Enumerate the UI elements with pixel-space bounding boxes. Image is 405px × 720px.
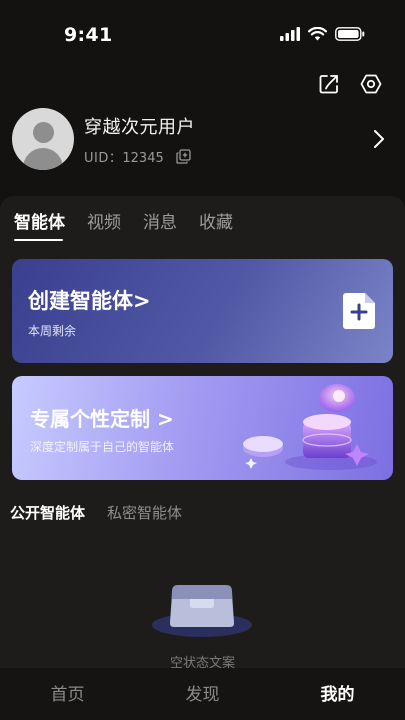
subtab-private-agents[interactable]: 私密智能体 xyxy=(107,502,182,523)
custom-agent-subtitle: 深度定制属于自己的智能体 xyxy=(30,440,175,454)
avatar[interactable] xyxy=(12,108,74,170)
wifi-icon xyxy=(308,27,327,41)
settings-icon[interactable] xyxy=(359,72,383,96)
uid-label: UID： xyxy=(84,150,123,166)
create-agent-title: 创建智能体> xyxy=(28,289,151,313)
main-tabs: 智能体 视频 消息 收藏 xyxy=(14,208,233,241)
subtab-public-agents[interactable]: 公开智能体 xyxy=(10,502,85,523)
tab-agents[interactable]: 智能体 xyxy=(14,208,65,241)
crystal-illustration xyxy=(243,384,377,470)
nav-discover[interactable]: 发现 xyxy=(135,668,270,720)
custom-agent-card[interactable]: 专属个性定制 > 深度定制属于自己的智能体 xyxy=(12,376,393,480)
profile-info: 穿越次元用户 UID：12345 xyxy=(84,113,369,166)
empty-box-icon xyxy=(152,585,252,637)
cellular-signal-icon xyxy=(280,27,300,41)
tab-favorites[interactable]: 收藏 xyxy=(199,208,233,241)
tab-messages[interactable]: 消息 xyxy=(143,208,177,241)
tab-videos[interactable]: 视频 xyxy=(87,208,121,241)
uid-value: 12345 xyxy=(122,150,164,166)
create-agent-remaining: 本周剩余 xyxy=(28,324,77,338)
uid-row: UID：12345 xyxy=(84,147,369,166)
empty-state: 空状态文案 xyxy=(0,581,405,676)
bottom-nav: 首页 发现 我的 xyxy=(0,668,405,720)
content-panel: 智能体 视频 消息 收藏 创建智能体> 本周剩余 专属个性定制 > 深度定制属于… xyxy=(0,196,405,676)
document-add-icon xyxy=(343,293,375,329)
top-actions xyxy=(317,72,383,96)
username: 穿越次元用户 xyxy=(84,116,195,138)
share-icon[interactable] xyxy=(317,72,341,96)
uid-text: UID：12345 xyxy=(84,147,164,166)
custom-agent-title: 专属个性定制 > xyxy=(30,407,174,431)
chevron-right-icon[interactable] xyxy=(369,127,389,151)
copy-icon[interactable] xyxy=(176,148,191,164)
battery-icon xyxy=(335,27,365,41)
status-bar: 9:41 xyxy=(0,0,405,70)
status-time: 9:41 xyxy=(64,24,113,46)
profile-row[interactable]: 穿越次元用户 UID：12345 xyxy=(12,108,389,170)
status-icons xyxy=(280,27,365,41)
nav-home[interactable]: 首页 xyxy=(0,668,135,720)
nav-mine[interactable]: 我的 xyxy=(270,668,405,720)
create-agent-card[interactable]: 创建智能体> 本周剩余 xyxy=(12,259,393,363)
agent-subtabs: 公开智能体 私密智能体 xyxy=(10,502,182,523)
